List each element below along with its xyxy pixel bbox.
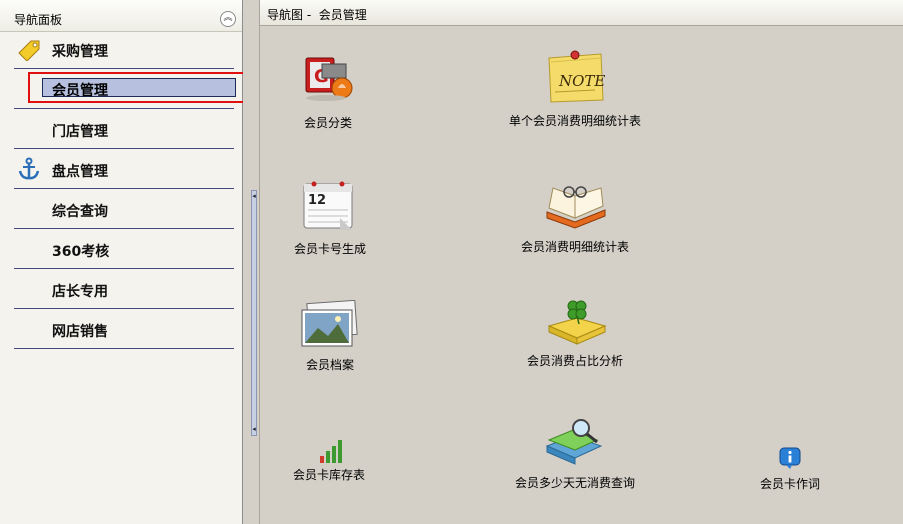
breadcrumb-separator: - (303, 8, 319, 22)
nav-item-label: 店长专用 (52, 284, 108, 300)
photo-archive-icon (301, 300, 358, 347)
tile-label: 会员档案 (305, 358, 355, 372)
tile-label: 会员消费占比分析 (526, 354, 624, 368)
books-magnifier-icon (545, 419, 603, 465)
member-category-icon: G (305, 57, 353, 101)
open-book-glasses-icon (546, 186, 606, 229)
tile-label: 会员卡号生成 (293, 242, 367, 256)
nav-panel-title: 导航面板 (14, 13, 63, 27)
nav-item-label: 360考核 (52, 244, 110, 260)
nav-item-label: 会员管理 (52, 83, 108, 99)
breadcrumb: 导航图 - 会员管理 (267, 6, 367, 23)
tile-label: 单个会员消费明细统计表 (508, 114, 642, 128)
nav-item-general-query[interactable]: 综合查询 (14, 189, 234, 229)
tile-member-consumption-detail[interactable]: 会员消费明细统计表 (515, 178, 635, 258)
breadcrumb-bar: 导航图 - 会员管理 (259, 0, 903, 26)
nav-item-label: 门店管理 (52, 124, 108, 140)
tile-label: 会员消费明细统计表 (520, 240, 630, 254)
tag-icon (18, 40, 40, 61)
nav-item-inventory[interactable]: 盘点管理 (14, 149, 234, 189)
nav-item-label: 网店销售 (52, 324, 108, 340)
double-chevron-up-icon: ︽ (223, 13, 233, 23)
tile-member-card-inventory[interactable]: 会员卡库存表 (286, 434, 372, 484)
nav-item-label: 盘点管理 (52, 164, 108, 180)
tile-single-member-consumption-detail[interactable]: NOTE 单个会员消费明细统计表 (505, 46, 645, 134)
nav-panel-header: 导航面板 ︽ (0, 0, 242, 32)
breadcrumb-current: 会员管理 (318, 8, 367, 22)
nav-item-label: 采购管理 (52, 44, 108, 60)
nav-item-label: 综合查询 (52, 204, 108, 220)
breadcrumb-root[interactable]: 导航图 (267, 8, 303, 22)
tile-member-card-info[interactable]: 会员卡作词 (750, 444, 830, 492)
splitter-handle[interactable]: ◂ ◂ (251, 190, 257, 436)
nav-item-member-management[interactable]: 会员管理 (42, 78, 236, 99)
clover-book-icon (547, 300, 607, 345)
tile-member-archive[interactable]: 会员档案 (290, 298, 370, 374)
tile-member-card-number-generation[interactable]: 12 会员卡号生成 (290, 176, 370, 260)
triangle-left-icon: ◂ (252, 425, 256, 433)
collapse-panel-button[interactable]: ︽ (220, 11, 236, 27)
divider (14, 68, 234, 69)
divider (14, 348, 234, 349)
bar-chart-icon (320, 440, 342, 463)
tile-label: 会员多少天无消费查询 (514, 476, 636, 490)
tile-label: 会员卡作词 (759, 477, 821, 491)
tile-member-inactive-days-query[interactable]: 会员多少天无消费查询 (505, 414, 645, 494)
nav-item-360-assessment[interactable]: 360考核 (14, 229, 234, 269)
tile-label: 会员分类 (303, 116, 353, 130)
triangle-left-icon: ◂ (252, 192, 256, 200)
navigation-map-area: G 会员分类 NOTE 单个会员消费明细统计表 12 会员卡号生成 会员消费明细… (259, 26, 903, 524)
tile-label: 会员卡库存表 (292, 468, 366, 482)
nav-item-online-sales[interactable]: 网店销售 (14, 309, 234, 349)
note-icon: NOTE (548, 50, 605, 103)
nav-item-store-manager[interactable]: 店长专用 (14, 269, 234, 309)
calendar-icon: 12 (303, 181, 353, 230)
navigation-panel: 导航面板 ︽ 采购管理 会员管理 门店管理 盘点管理 综合查询 360考核 店长… (0, 0, 245, 524)
nav-item-store-management[interactable]: 门店管理 (14, 109, 234, 149)
info-icon (779, 447, 801, 469)
svg-text:NOTE: NOTE (558, 72, 605, 90)
tile-member-category[interactable]: G 会员分类 (290, 48, 366, 134)
tile-member-consumption-share-analysis[interactable]: 会员消费占比分析 (515, 294, 635, 374)
anchor-icon (18, 157, 40, 180)
nav-item-purchasing[interactable]: 采购管理 (14, 29, 234, 69)
svg-text:12: 12 (308, 193, 326, 208)
